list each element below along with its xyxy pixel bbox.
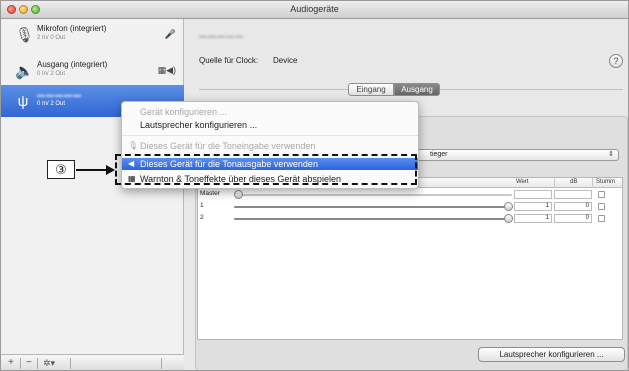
callout-arrow-line — [76, 169, 108, 171]
tab-input[interactable]: Eingang — [348, 83, 394, 96]
audio-devices-window: Audiogeräte 🎙 Mikrofon (integriert) 2 In… — [0, 0, 629, 371]
device-io: 0 In/ 2 Out — [37, 71, 66, 77]
remove-device-button[interactable]: − — [26, 358, 32, 368]
value-field[interactable]: 1 — [514, 202, 552, 211]
highlight-dashed-box — [115, 154, 417, 185]
format-value: tieger — [430, 151, 448, 158]
volume-slider-knob[interactable] — [234, 190, 243, 199]
speaker-icon: 🔈 — [15, 63, 34, 80]
menu-item-configure-speakers[interactable]: Lautsprecher konfigurieren ... — [122, 119, 418, 131]
sidebar-toolbar: + − ✲▾ — [1, 354, 184, 370]
column-header-value: Wert — [516, 179, 529, 185]
table-row: 1 1 0 — [198, 201, 622, 212]
device-name: ▬▬▬▬▬ — [37, 90, 82, 99]
device-name: Ausgang (integriert) — [37, 60, 108, 69]
db-field[interactable]: 0 — [554, 202, 592, 211]
add-device-button[interactable]: + — [8, 358, 14, 368]
menu-item-use-for-input[interactable]: 🎙 Dieses Gerät für die Toneingabe verwen… — [122, 140, 418, 152]
resize-handle[interactable] — [161, 358, 162, 369]
value-field[interactable] — [514, 190, 552, 199]
format-popup[interactable]: tieger ⇕ — [415, 149, 619, 161]
configure-speakers-button[interactable]: Lautsprecher konfigurieren ... — [478, 347, 625, 362]
channel-label: 2 — [200, 214, 204, 221]
channel-label: Master — [200, 190, 220, 197]
divider — [37, 358, 38, 369]
divider — [20, 358, 21, 369]
device-item-microphone[interactable]: 🎙 Mikrofon (integriert) 2 In/ 0 Out 🎤 — [1, 19, 184, 55]
popup-arrows-icon: ⇕ — [608, 151, 614, 158]
value-field[interactable]: 1 — [514, 214, 552, 223]
gear-menu-button[interactable]: ✲▾ — [43, 358, 55, 368]
volume-slider-knob[interactable] — [504, 202, 513, 211]
volume-slider-track[interactable] — [234, 218, 512, 220]
column-header-db: dB — [570, 179, 578, 185]
divider — [70, 358, 71, 369]
selected-device-title: ▬▬▬▬▬ — [199, 31, 244, 40]
device-io: 0 In/ 2 Out — [37, 101, 66, 107]
speaker-volume-icon: ▦◀) — [157, 65, 176, 75]
volume-slider-track[interactable] — [234, 194, 512, 196]
device-io: 2 In/ 0 Out — [37, 35, 66, 41]
microphone-icon: 🎙 — [15, 27, 35, 44]
menu-item-label: Dieses Gerät für die Toneingabe verwende… — [140, 141, 316, 151]
help-button[interactable]: ? — [609, 54, 623, 68]
title-bar: Audiogeräte — [1, 1, 628, 19]
step-callout: ③ — [47, 160, 75, 179]
device-name: Mikrofon (integriert) — [37, 24, 107, 33]
device-list: 🎙 Mikrofon (integriert) 2 In/ 0 Out 🎤 🔈 … — [1, 19, 184, 370]
db-field[interactable] — [554, 190, 592, 199]
volume-slider-knob[interactable] — [504, 214, 513, 223]
mute-checkbox[interactable] — [598, 203, 605, 210]
volume-slider-track[interactable] — [234, 206, 512, 208]
callout-arrow-icon — [106, 165, 115, 175]
column-header-mute: Stumm — [596, 179, 616, 185]
menu-separator — [122, 135, 418, 136]
divider — [554, 178, 555, 188]
clock-source-label: Quelle für Clock: — [199, 56, 259, 65]
db-field[interactable]: 0 — [554, 214, 592, 223]
channel-volume-table: Wert dB Stumm Master 1 1 0 2 1 0 — [197, 177, 623, 340]
table-row: 2 1 0 — [198, 213, 622, 224]
usb-icon: ψ — [17, 93, 29, 110]
mute-checkbox[interactable] — [598, 191, 605, 198]
channel-label: 1 — [200, 202, 204, 209]
divider — [592, 178, 593, 188]
microphone-icon: 🎙 — [128, 141, 139, 150]
window-title: Audiogeräte — [290, 4, 339, 14]
clock-source-value[interactable]: Device — [273, 56, 297, 65]
tab-output[interactable]: Ausgang — [394, 83, 440, 96]
mute-checkbox[interactable] — [598, 215, 605, 222]
table-row: Master — [198, 189, 622, 200]
mic-small-icon: 🎤 — [164, 29, 176, 39]
menu-item-configure-device[interactable]: Gerät konfigurieren ... — [122, 106, 418, 118]
